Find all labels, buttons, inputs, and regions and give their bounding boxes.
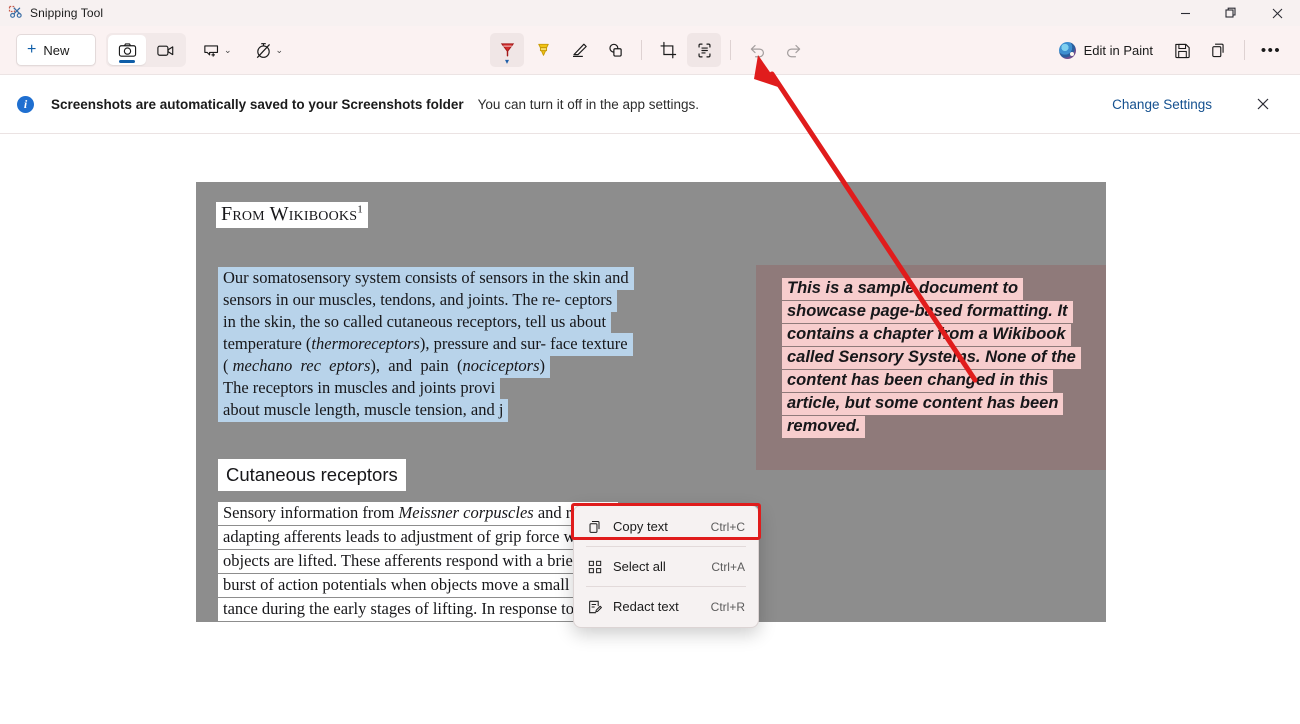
info-bar: i Screenshots are automatically saved to… xyxy=(0,74,1300,134)
document-body-line[interactable]: objects are lifted. These afferents resp… xyxy=(218,550,584,573)
delay-dropdown[interactable]: ⌄ xyxy=(248,34,290,66)
title-bar-left: Snipping Tool xyxy=(0,5,103,21)
info-bar-headline: Screenshots are automatically saved to y… xyxy=(51,96,464,112)
save-button[interactable] xyxy=(1165,33,1199,67)
note-text-line[interactable]: called Sensory Systems. None of the xyxy=(782,347,1081,369)
window-controls xyxy=(1162,0,1300,26)
toolbar-divider-1 xyxy=(641,40,642,60)
context-menu-accel: Ctrl+A xyxy=(711,559,745,574)
selected-text-line[interactable]: temperature (thermoreceptors), pressure … xyxy=(218,333,633,356)
redact-text-icon xyxy=(587,599,609,615)
save-icon xyxy=(1174,43,1190,58)
chevron-down-icon: ⌄ xyxy=(275,44,284,55)
document-heading-footnote: 1 xyxy=(357,203,363,216)
capture-mode-group xyxy=(106,33,186,67)
chevron-down-icon: ▾ xyxy=(504,57,510,66)
context-menu-item-redact-text[interactable]: Redact text Ctrl+R xyxy=(577,590,755,623)
minimize-button[interactable] xyxy=(1162,0,1208,26)
paint-palette-icon xyxy=(1058,41,1076,59)
main-toolbar: + New ⌄ ⌄ ▾ Edit in Paint ••• xyxy=(0,26,1300,74)
toolbar-left-group: + New ⌄ ⌄ xyxy=(0,33,289,67)
new-snip-label: New xyxy=(43,42,70,58)
select-all-icon xyxy=(587,559,609,575)
info-bar-close-button[interactable] xyxy=(1248,89,1278,119)
copy-icon xyxy=(1211,43,1224,57)
context-menu-divider xyxy=(586,546,746,547)
selected-text-line[interactable]: ( mechano rec eptors), and pain (nocicep… xyxy=(218,355,550,378)
selected-text-line[interactable]: about muscle length, muscle tension, and… xyxy=(218,399,509,422)
info-icon: i xyxy=(17,95,34,113)
redo-button[interactable] xyxy=(776,33,810,67)
text-actions-context-menu: Copy text Ctrl+C Select all Ctrl+A Redac… xyxy=(573,505,759,628)
document-heading-text: From Wikibooks xyxy=(221,203,358,225)
window-title: Snipping Tool xyxy=(30,6,104,20)
context-menu-accel: Ctrl+C xyxy=(710,519,745,534)
chevron-down-icon: ⌄ xyxy=(224,44,232,55)
context-menu-item-select-all[interactable]: Select all Ctrl+A xyxy=(577,550,755,583)
selected-text-line[interactable]: in the skin, the so called cutaneous rec… xyxy=(218,311,612,334)
highlighter-tool[interactable] xyxy=(526,33,560,67)
selected-text-line[interactable]: Our somatosensory system consists of sen… xyxy=(218,267,634,290)
toolbar-divider-2 xyxy=(730,40,731,60)
copy-button[interactable] xyxy=(1201,33,1235,67)
snipping-tool-icon xyxy=(8,5,24,21)
context-menu-label: Copy text xyxy=(613,519,668,534)
context-menu-label: Redact text xyxy=(613,599,679,614)
camera-icon xyxy=(118,42,136,57)
plus-icon: + xyxy=(27,41,37,58)
close-button[interactable] xyxy=(1254,0,1300,26)
ballpoint-pen-tool[interactable]: ▾ xyxy=(490,33,524,67)
document-body-line[interactable]: tance during the early stages of lifting… xyxy=(218,598,579,621)
change-settings-link[interactable]: Change Settings xyxy=(1112,97,1212,112)
context-menu-accel: Ctrl+R xyxy=(710,599,745,614)
note-text-line[interactable]: contains a chapter from a Wikibook xyxy=(782,324,1071,346)
edit-in-paint-button[interactable]: Edit in Paint xyxy=(1049,34,1163,66)
edit-in-paint-label: Edit in Paint xyxy=(1083,42,1153,58)
crop-tool[interactable] xyxy=(651,33,685,67)
rectangle-snip-icon xyxy=(204,44,219,57)
screenshot-mode-button[interactable] xyxy=(108,35,146,65)
text-actions-tool[interactable] xyxy=(687,33,721,67)
context-menu-divider xyxy=(586,586,746,587)
note-text-line[interactable]: showcase page-based formatting. It xyxy=(782,301,1073,323)
copy-text-icon xyxy=(587,519,609,535)
maximize-button[interactable] xyxy=(1208,0,1254,26)
video-mode-button[interactable] xyxy=(146,35,184,65)
selected-text-line[interactable]: sensors in our muscles, tendons, and joi… xyxy=(218,289,618,312)
snipping-tool-window: Snipping Tool + New ⌄ ⌄ ▾ Edit in Paint … xyxy=(0,0,1300,724)
new-snip-button[interactable]: + New xyxy=(16,34,96,66)
note-text-line[interactable]: This is a sample document to xyxy=(782,278,1024,300)
selected-text-line[interactable]: The receptors in muscles and joints prov… xyxy=(218,377,501,400)
document-body-line[interactable]: burst of action potentials when objects … xyxy=(218,574,604,597)
note-text-line[interactable]: article, but some content has been xyxy=(782,393,1064,415)
annotation-tools-group: ▾ xyxy=(490,33,810,67)
document-body-line[interactable]: adapting afferents leads to adjustment o… xyxy=(218,526,605,549)
video-icon xyxy=(156,45,173,56)
context-menu-label: Select all xyxy=(613,559,666,574)
more-options-button[interactable]: ••• xyxy=(1254,34,1288,66)
document-body-line[interactable]: Sensory information from Meissner corpus… xyxy=(218,502,618,525)
timer-off-icon xyxy=(256,42,270,58)
document-section-title: Cutaneous receptors xyxy=(218,459,406,491)
capture-canvas: From Wikibooks1 Our somatosensory system… xyxy=(0,135,1300,724)
note-text-line[interactable]: removed. xyxy=(782,416,866,438)
shapes-tool[interactable] xyxy=(598,33,632,67)
toolbar-right-group: Edit in Paint ••• xyxy=(1049,33,1288,67)
document-heading: From Wikibooks1 xyxy=(216,202,368,228)
undo-button[interactable] xyxy=(740,33,774,67)
toolbar-divider-3 xyxy=(1244,40,1245,60)
eraser-tool[interactable] xyxy=(562,33,596,67)
note-text-line[interactable]: content has been changed in this xyxy=(782,370,1054,392)
context-menu-item-copy-text[interactable]: Copy text Ctrl+C xyxy=(577,510,755,543)
info-bar-subtext: You can turn it off in the app settings. xyxy=(477,96,700,112)
title-bar: Snipping Tool xyxy=(0,0,1300,26)
snip-mode-dropdown[interactable]: ⌄ xyxy=(196,34,238,66)
